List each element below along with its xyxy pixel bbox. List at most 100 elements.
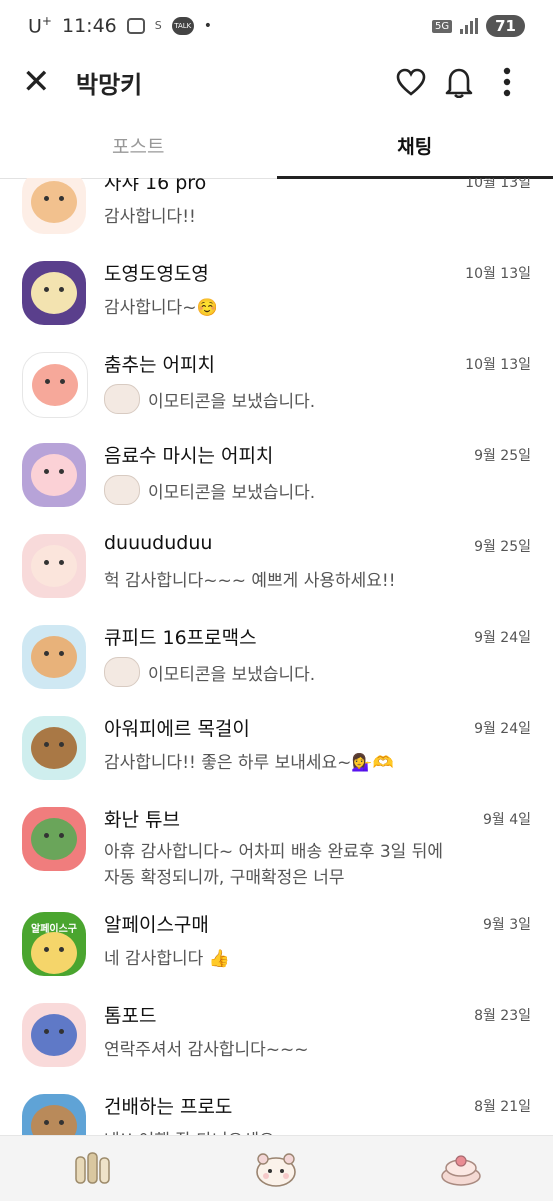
chat-avatar[interactable] <box>22 443 86 507</box>
chat-avatar[interactable]: 알페이스구 <box>22 912 86 976</box>
notification-dot-icon: • <box>204 18 212 34</box>
emoticon-thumbnail-icon <box>104 384 140 414</box>
chat-preview-text: 네 감사합니다 👍 <box>104 944 230 969</box>
chat-avatar[interactable] <box>22 534 86 598</box>
chat-list-item[interactable]: 톰포드 8월 23일연락주셔서 감사합니다~~~ <box>0 991 553 1082</box>
chat-preview: 헉 감사합니다~~~ 예쁘게 사용하세요!! <box>104 566 396 591</box>
chat-list-item[interactable]: 아워피에르 목걸이 9월 24일감사합니다!! 좋은 하루 보내세요~💁‍♀️🫶 <box>0 704 553 795</box>
chat-list-item[interactable]: 큐피드 16프로맥스 9월 24일이모티콘을 보냈습니다. <box>0 613 553 704</box>
network-5g-icon: 5G <box>432 20 452 33</box>
heart-icon[interactable] <box>387 58 435 106</box>
more-options-icon[interactable] <box>483 58 531 106</box>
screenshot-icon <box>127 18 145 34</box>
chat-preview-text: 감사합니다~☺️ <box>104 293 218 318</box>
status-time: 11:46 <box>62 15 117 37</box>
chat-date: 9월 4일 <box>483 809 531 829</box>
character-face-icon <box>31 1105 77 1135</box>
bell-icon[interactable] <box>435 58 483 106</box>
chat-date: 9월 25일 <box>474 445 531 465</box>
status-bar: U+ 11:46 S TALK • 5G 71 <box>0 0 553 52</box>
tab-bar: 포스트 채팅 <box>0 122 553 179</box>
cake-icon[interactable] <box>431 1144 491 1194</box>
emoticon-thumbnail-icon <box>104 475 140 505</box>
chat-preview-text: 감사합니다!! 좋은 하루 보내세요~💁‍♀️🫶 <box>104 748 394 773</box>
chat-preview: 감사합니다!! 좋은 하루 보내세요~💁‍♀️🫶 <box>104 748 394 773</box>
chat-list[interactable]: 사샤 16 pro10월 13일감사합니다!!도영도영도영10월 13일감사합니… <box>0 178 553 1135</box>
character-face-icon <box>32 364 78 406</box>
chat-preview-text: 네!! 여행 잘 다녀오세요~~ <box>104 1126 303 1135</box>
chat-date: 9월 24일 <box>474 627 531 647</box>
close-icon[interactable]: ✕ <box>22 65 58 99</box>
chat-list-item[interactable]: 화난 튜브 9월 4일아휴 감사합니다~ 어차피 배송 완료후 3일 뒤에 자동 … <box>0 795 553 900</box>
chat-name: 도영도영도영 <box>104 259 209 286</box>
chat-date: 10월 13일 <box>465 263 531 283</box>
chat-date: 9월 25일 <box>474 536 531 556</box>
chat-list-item[interactable]: 알페이스구 알페이스구매 9월 3일네 감사합니다 👍 <box>0 900 553 991</box>
chat-date: 9월 24일 <box>474 718 531 738</box>
chat-preview: 네 감사합니다 👍 <box>104 944 230 969</box>
chat-preview: 아휴 감사합니다~ 어차피 배송 완료후 3일 뒤에 자동 확정되니까, 구매확… <box>104 839 444 891</box>
signal-icon <box>460 18 478 34</box>
chat-avatar[interactable] <box>22 716 86 780</box>
top-app-bar: ✕ 박망키 <box>0 52 553 112</box>
page-title: 박망키 <box>76 65 387 100</box>
character-face-icon <box>31 454 77 496</box>
chat-name: 사샤 16 pro <box>104 178 206 195</box>
chat-list-item[interactable]: duuududuu 9월 25일헉 감사합니다~~~ 예쁘게 사용하세요!! <box>0 522 553 613</box>
chat-avatar[interactable] <box>22 625 86 689</box>
chat-list-item[interactable]: 춤추는 어피치 10월 13일이모티콘을 보냈습니다. <box>0 340 553 431</box>
chat-name: 알페이스구매 <box>104 910 209 937</box>
hamster-icon[interactable] <box>246 1144 306 1194</box>
chat-name: 톰포드 <box>104 1001 156 1028</box>
chat-preview: 네!! 여행 잘 다녀오세요~~ <box>104 1126 303 1135</box>
chat-name: 큐피드 16프로맥스 <box>104 623 257 650</box>
character-face-icon <box>31 636 77 678</box>
chat-name: 춤추는 어피치 <box>104 350 215 377</box>
character-face-icon <box>31 1014 77 1056</box>
chat-list-item[interactable]: 건배하는 프로도8월 21일네!! 여행 잘 다녀오세요~~ <box>0 1082 553 1135</box>
chat-avatar[interactable] <box>22 807 86 871</box>
emoticon-thumbnail-icon <box>104 657 140 687</box>
chat-preview-text: 헉 감사합니다~~~ 예쁘게 사용하세요!! <box>104 566 396 591</box>
carrier-label: U+ <box>28 14 52 37</box>
chat-date: 10월 13일 <box>465 178 531 192</box>
chat-name: 건배하는 프로도 <box>104 1092 232 1119</box>
bottom-nav <box>0 1135 553 1201</box>
character-face-icon <box>31 727 77 769</box>
chat-preview-text: 감사합니다!! <box>104 202 196 227</box>
chat-preview-text: 아휴 감사합니다~ 어차피 배송 완료후 3일 뒤에 자동 확정되니까, 구매확… <box>104 842 443 888</box>
character-face-icon <box>31 545 77 587</box>
chat-preview: 감사합니다!! <box>104 202 196 227</box>
chat-name: 화난 튜브 <box>104 805 180 832</box>
character-face-icon <box>31 272 77 314</box>
chat-preview-text: 연락주셔서 감사합니다~~~ <box>104 1035 309 1060</box>
character-face-icon <box>31 818 77 860</box>
chat-date: 10월 13일 <box>465 354 531 374</box>
chat-preview-text: 이모티콘을 보냈습니다. <box>148 660 315 685</box>
chat-avatar[interactable] <box>22 1094 86 1135</box>
chat-preview: 이모티콘을 보냈습니다. <box>104 384 315 414</box>
chat-preview: 이모티콘을 보냈습니다. <box>104 657 315 687</box>
stickers-icon[interactable] <box>62 1144 122 1194</box>
chat-name: duuududuu <box>104 532 212 554</box>
character-face-icon <box>31 181 77 223</box>
chat-list-item[interactable]: 음료수 마시는 어피치9월 25일이모티콘을 보냈습니다. <box>0 431 553 522</box>
chat-avatar[interactable] <box>22 352 88 418</box>
chat-list-item[interactable]: 도영도영도영 10월 13일감사합니다~☺️ <box>0 249 553 340</box>
chat-preview: 이모티콘을 보냈습니다. <box>104 475 315 505</box>
s-app-icon: S <box>155 19 162 32</box>
chat-date: 8월 23일 <box>474 1005 531 1025</box>
chat-avatar[interactable] <box>22 261 86 325</box>
kakaotalk-icon: TALK <box>172 17 194 35</box>
chat-preview: 연락주셔서 감사합니다~~~ <box>104 1035 309 1060</box>
battery-indicator: 71 <box>486 15 525 37</box>
chat-date: 9월 3일 <box>483 914 531 934</box>
chat-preview-text: 이모티콘을 보냈습니다. <box>148 387 315 412</box>
chat-preview-text: 이모티콘을 보냈습니다. <box>148 478 315 503</box>
tab-chats[interactable]: 채팅 <box>277 122 553 178</box>
chat-avatar[interactable] <box>22 1003 86 1067</box>
chat-avatar[interactable] <box>22 178 86 234</box>
chat-name: 아워피에르 목걸이 <box>104 714 250 741</box>
tab-posts[interactable]: 포스트 <box>0 122 277 178</box>
chat-list-item[interactable]: 사샤 16 pro 10월 13일감사합니다!! <box>0 178 553 249</box>
